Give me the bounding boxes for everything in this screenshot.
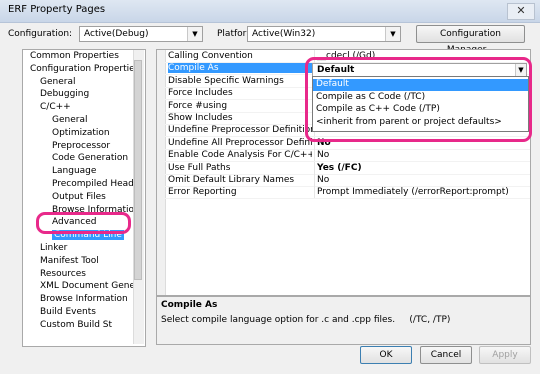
- tree-item[interactable]: Optimization: [52, 128, 110, 138]
- property-name: Disable Specific Warnings: [168, 75, 284, 86]
- tree-item[interactable]: Linker: [40, 243, 67, 253]
- configuration-value: Active(Debug): [84, 29, 149, 39]
- tree-item[interactable]: Custom Build St: [40, 320, 112, 330]
- property-name: Error Reporting: [168, 187, 237, 198]
- property-name: Show Includes: [168, 113, 233, 123]
- description-panel: Compile As Select compile language optio…: [156, 296, 531, 345]
- property-value[interactable]: No: [317, 150, 329, 160]
- column-divider: [314, 174, 315, 186]
- property-name: Undefine All Preprocessor Definitions: [168, 137, 312, 148]
- property-name: Use Full Paths: [168, 162, 231, 173]
- description-text: Select compile language option for .c an…: [161, 315, 451, 325]
- tree-item[interactable]: Browse Information: [40, 294, 128, 304]
- property-name: Force #using: [168, 100, 228, 111]
- configuration-select[interactable]: Active(Debug) ▼: [79, 26, 203, 42]
- configuration-label: Configuration:: [8, 29, 73, 39]
- property-name: Omit Default Library Names: [168, 175, 295, 185]
- tree-item[interactable]: Common Properties: [30, 51, 119, 61]
- window-title: ERF Property Pages: [8, 4, 106, 15]
- property-row[interactable]: Enable Code Analysis For C/C++ on Bu No: [165, 149, 530, 163]
- tree-item[interactable]: Build Events: [40, 307, 96, 317]
- close-icon[interactable]: ✕: [507, 3, 535, 20]
- tree-item[interactable]: Resources: [40, 269, 86, 279]
- tree-item[interactable]: Language: [52, 166, 96, 176]
- property-name: Enable Code Analysis For C/C++ on Bu: [168, 150, 312, 161]
- ok-button[interactable]: OK: [360, 346, 412, 364]
- tree-item[interactable]: Configuration Properties: [30, 64, 139, 74]
- tree-item[interactable]: Output Files: [52, 192, 106, 202]
- configuration-manager-button[interactable]: Configuration Manager...: [416, 25, 525, 55]
- tree-item[interactable]: Manifest Tool: [40, 256, 99, 266]
- tree-item[interactable]: General: [40, 77, 75, 87]
- title-bar: ERF Property Pages ✕: [0, 0, 540, 23]
- platform-select[interactable]: Active(Win32) ▼: [247, 26, 401, 42]
- property-value[interactable]: Prompt Immediately (/errorReport:prompt): [317, 187, 509, 197]
- tree-item[interactable]: General: [52, 115, 87, 125]
- chevron-down-icon: ▼: [385, 27, 400, 41]
- property-name: Compile As: [168, 63, 316, 74]
- property-value[interactable]: No: [317, 175, 329, 185]
- property-name: Undefine Preprocessor Definitions: [168, 125, 312, 136]
- tree-item[interactable]: Debugging: [40, 89, 89, 99]
- apply-button[interactable]: Apply: [479, 346, 531, 364]
- tree-item[interactable]: XML Document Genera: [40, 281, 144, 291]
- column-divider: [314, 149, 315, 162]
- tree-item[interactable]: Precompiled Heade: [52, 179, 139, 189]
- tree-item[interactable]: Code Generation: [52, 153, 128, 163]
- tree-scrollbar-thumb[interactable]: [134, 60, 142, 280]
- property-row[interactable]: Omit Default Library Names No: [165, 174, 530, 187]
- column-divider: [314, 186, 315, 199]
- cancel-button[interactable]: Cancel: [420, 346, 472, 364]
- property-name: Force Includes: [168, 88, 233, 99]
- chevron-down-icon: ▼: [187, 27, 202, 41]
- dropdown-highlight-ring: [305, 57, 532, 142]
- advanced-highlight-ring: [36, 212, 131, 234]
- property-row[interactable]: Error Reporting Prompt Immediately (/erro…: [165, 186, 530, 200]
- property-row[interactable]: Use Full Paths Yes (/FC): [165, 161, 530, 175]
- property-value[interactable]: Yes (/FC): [317, 163, 362, 173]
- description-title: Compile As: [161, 300, 218, 310]
- column-divider: [314, 161, 315, 174]
- tree-item[interactable]: Preprocessor: [52, 141, 110, 151]
- platform-value: Active(Win32): [252, 29, 316, 39]
- property-pages-window: ERF Property Pages ✕ Configuration: Acti…: [0, 0, 540, 374]
- tree-item[interactable]: C/C++: [40, 102, 71, 112]
- property-name: Calling Convention: [168, 51, 253, 61]
